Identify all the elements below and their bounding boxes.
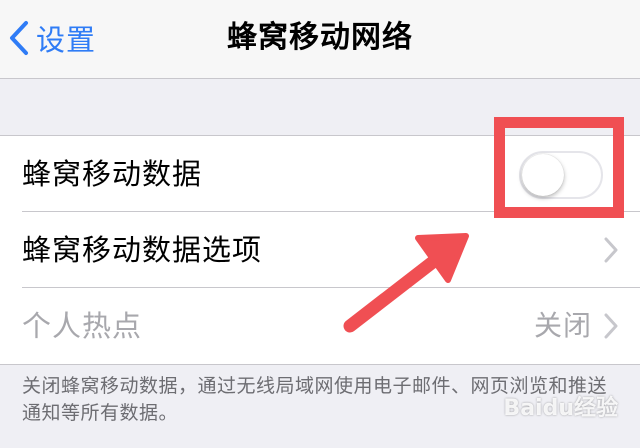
row-personal-hotspot[interactable]: 个人热点 关闭: [0, 288, 640, 364]
row-cellular-data-options[interactable]: 蜂窝移动数据选项: [0, 212, 640, 288]
row-label-personal-hotspot: 个人热点: [22, 309, 143, 343]
personal-hotspot-value: 关闭: [533, 309, 592, 342]
watermark-text: Baidu经验: [503, 396, 618, 421]
navigation-bar: 设置 蜂窝移动网络: [0, 0, 640, 79]
watermark-logo: Baidu经验: [503, 390, 618, 422]
page-title: 蜂窝移动网络: [227, 20, 413, 55]
chevron-right-icon: [604, 237, 618, 263]
row-label-cellular-data-options: 蜂窝移动数据选项: [22, 233, 263, 267]
highlight-box-annotation: [494, 117, 624, 218]
chevron-right-icon: [604, 313, 618, 339]
row-label-cellular-data: 蜂窝移动数据: [22, 157, 203, 191]
